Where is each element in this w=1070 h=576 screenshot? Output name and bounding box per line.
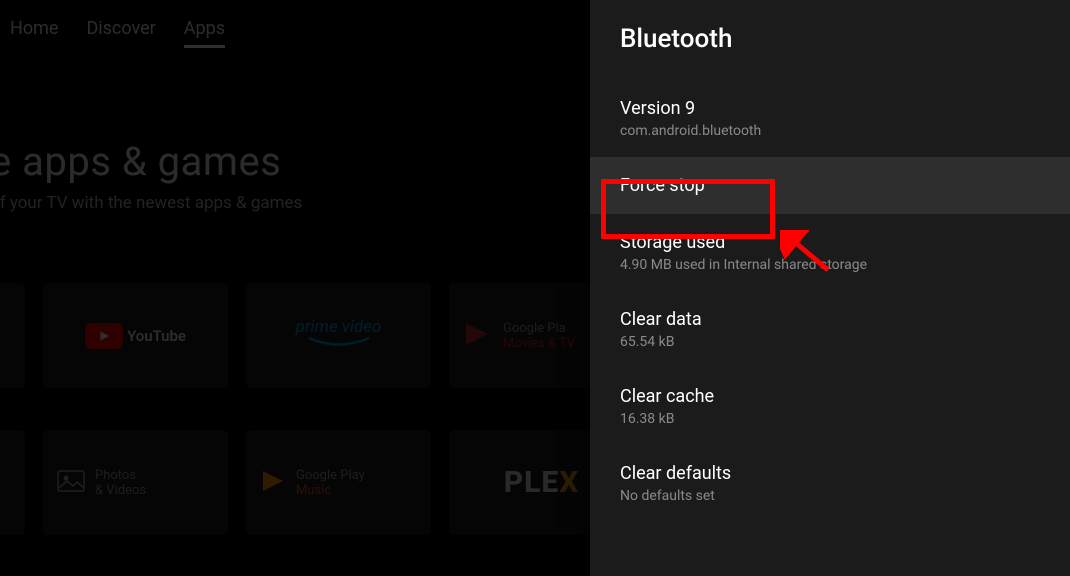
play-music-icon [260, 468, 286, 498]
youtube-label: YouTube [127, 327, 186, 345]
plex-label: PLEX [504, 465, 580, 500]
tab-home[interactable]: Home [10, 18, 58, 48]
photos-l2: & Videos [95, 483, 146, 498]
panel-title: Bluetooth [590, 0, 1070, 80]
clear-cache-sub: 16.38 kB [620, 411, 1040, 427]
clear-data-label: Clear data [620, 309, 1040, 330]
clear-data-sub: 65.54 kB [620, 334, 1040, 350]
photos-l1: Photos [95, 468, 146, 483]
clear-defaults-label: Clear defaults [620, 463, 1040, 484]
storage-sub: 4.90 MB used in Internal shared storage [620, 257, 1040, 273]
app-tile-partial[interactable] [0, 283, 25, 388]
force-stop-label: Force stop [620, 175, 1040, 196]
gplay-movies-l1: Google Pla [503, 321, 575, 336]
photos-icon [57, 470, 85, 496]
item-version[interactable]: Version 9 com.android.bluetooth [590, 80, 1070, 157]
app-tile-partial-2[interactable] [0, 430, 25, 535]
panel-body: Version 9 com.android.bluetooth Force st… [590, 80, 1070, 522]
gplay-music-l2: Music [296, 483, 365, 498]
app-tile-photos[interactable]: Photos & Videos [43, 430, 228, 535]
item-force-stop[interactable]: Force stop [590, 157, 1070, 214]
prime-swoosh-icon [296, 335, 382, 354]
play-movies-icon [463, 319, 493, 353]
storage-label: Storage used [620, 232, 1040, 253]
clear-cache-label: Clear cache [620, 386, 1040, 407]
tab-apps[interactable]: Apps [184, 18, 225, 48]
item-clear-defaults[interactable]: Clear defaults No defaults set [590, 445, 1070, 522]
gplay-music-l1: Google Play [296, 468, 365, 483]
youtube-icon [85, 323, 123, 349]
settings-panel: Bluetooth Version 9 com.android.bluetoot… [590, 0, 1070, 576]
tab-discover[interactable]: Discover [86, 18, 155, 48]
app-tile-prime[interactable]: prime video [246, 283, 431, 388]
item-storage-used[interactable]: Storage used 4.90 MB used in Internal sh… [590, 214, 1070, 291]
gplay-movies-l2: Movies & TV [503, 336, 575, 351]
version-sub: com.android.bluetooth [620, 123, 1040, 139]
item-clear-data[interactable]: Clear data 65.54 kB [590, 291, 1070, 368]
clear-defaults-sub: No defaults set [620, 488, 1040, 504]
app-tile-google-play-music[interactable]: Google Play Music [246, 430, 431, 535]
version-label: Version 9 [620, 98, 1040, 119]
app-tile-youtube[interactable]: YouTube [43, 283, 228, 388]
item-clear-cache[interactable]: Clear cache 16.38 kB [590, 368, 1070, 445]
